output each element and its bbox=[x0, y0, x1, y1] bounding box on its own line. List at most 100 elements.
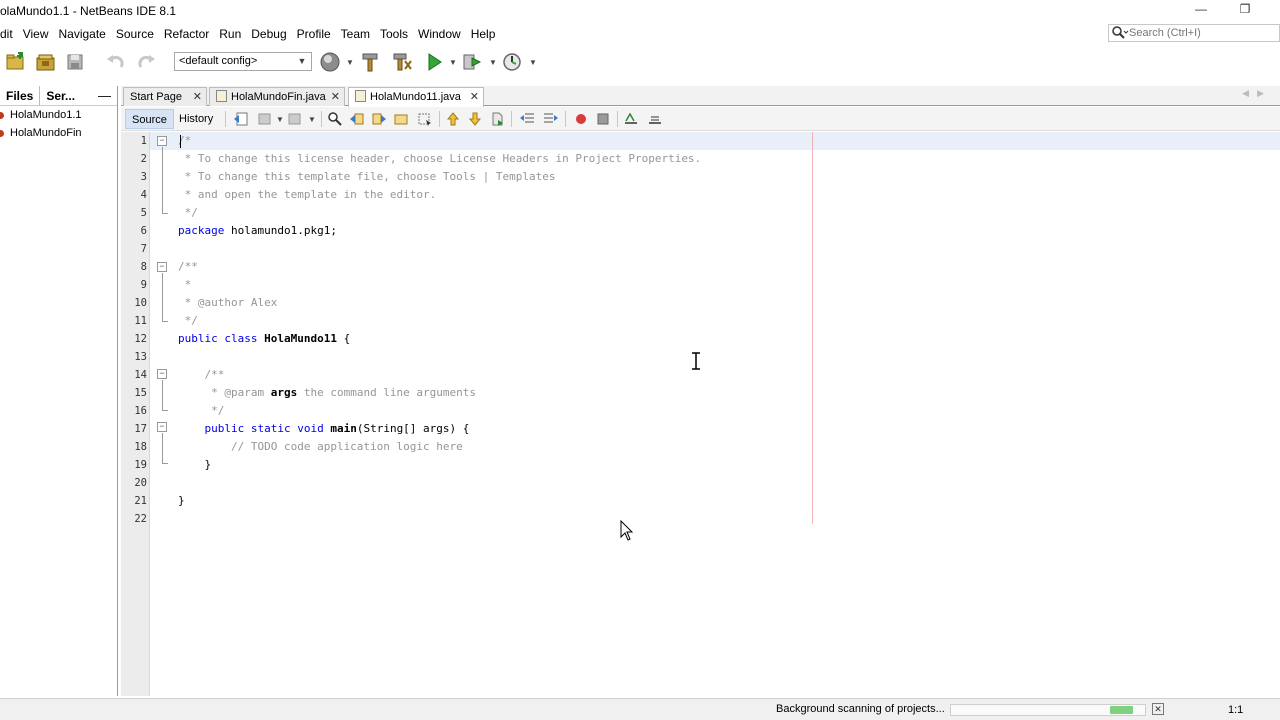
browser-dropdown-icon[interactable]: ▼ bbox=[346, 58, 354, 67]
code-text: { bbox=[336, 332, 351, 345]
fold-toggle-icon[interactable]: − bbox=[157, 422, 167, 432]
toggle-bookmark-icon[interactable] bbox=[489, 111, 505, 127]
code-line: * and open the template in the editor. bbox=[178, 188, 437, 201]
tab-holamundofin[interactable]: HolaMundoFin.java ✕ bbox=[209, 87, 345, 106]
clean-build-icon[interactable] bbox=[390, 50, 414, 74]
code-line: } bbox=[178, 458, 212, 471]
code-text: (String[] args) { bbox=[356, 422, 470, 435]
menu-window[interactable]: Window bbox=[413, 24, 466, 44]
search-input[interactable] bbox=[1129, 27, 1269, 39]
fold-toggle-icon[interactable]: − bbox=[157, 136, 167, 146]
tab-holamundo11[interactable]: HolaMundo11.java ✕ bbox=[348, 87, 484, 107]
fold-toggle-icon[interactable]: − bbox=[157, 262, 167, 272]
code-line: */ bbox=[178, 206, 198, 219]
menu-edit[interactable]: dit bbox=[0, 24, 18, 44]
cancel-scan-button[interactable]: ✕ bbox=[1152, 703, 1164, 715]
search-box[interactable] bbox=[1108, 24, 1280, 42]
menu-team[interactable]: Team bbox=[336, 24, 375, 44]
source-tab[interactable]: Source bbox=[125, 109, 174, 129]
tab-services[interactable]: Ser... bbox=[39, 85, 81, 106]
shift-right-icon[interactable] bbox=[543, 111, 559, 127]
menu-source[interactable]: Source bbox=[111, 24, 159, 44]
progress-fill bbox=[1110, 706, 1133, 714]
history-tab[interactable]: History bbox=[173, 109, 219, 129]
panel-minimize-button[interactable]: — bbox=[98, 88, 111, 103]
line-number: 18 bbox=[134, 441, 147, 453]
menu-help[interactable]: Help bbox=[466, 24, 501, 44]
close-icon[interactable]: ✕ bbox=[331, 88, 340, 106]
line-number: 9 bbox=[140, 279, 147, 291]
fold-guide bbox=[162, 433, 163, 463]
profile-dropdown-icon[interactable]: ▼ bbox=[529, 58, 537, 67]
last-edit-icon[interactable] bbox=[233, 111, 249, 127]
fold-guide bbox=[162, 380, 163, 410]
debug-dropdown-icon[interactable]: ▼ bbox=[489, 58, 497, 67]
project-item[interactable]: HolaMundo1.1 bbox=[0, 106, 117, 124]
find-next-icon[interactable] bbox=[371, 111, 387, 127]
toggle-highlight-icon[interactable] bbox=[393, 111, 409, 127]
tab-start-page[interactable]: Start Page ✕ bbox=[123, 87, 207, 106]
menu-tools[interactable]: Tools bbox=[375, 24, 413, 44]
fold-toggle-icon[interactable]: − bbox=[157, 369, 167, 379]
config-select[interactable]: <default config> ▼ bbox=[174, 52, 312, 71]
code-line: public class HolaMundo11 { bbox=[178, 330, 350, 348]
redo-icon[interactable] bbox=[134, 50, 158, 74]
uncomment-icon[interactable] bbox=[647, 111, 663, 127]
menu-profile[interactable]: Profile bbox=[292, 24, 336, 44]
line-number: 13 bbox=[134, 351, 147, 363]
line-number: 1 bbox=[140, 135, 147, 147]
next-bookmark-icon[interactable] bbox=[467, 111, 483, 127]
project-item[interactable]: HolaMundoFin bbox=[0, 124, 117, 142]
previous-bookmark-icon[interactable] bbox=[445, 111, 461, 127]
keyword: package bbox=[178, 224, 225, 237]
browser-globe-icon[interactable] bbox=[318, 50, 342, 74]
save-all-icon[interactable] bbox=[64, 50, 88, 74]
text-caret bbox=[180, 135, 181, 148]
line-number-gutter: 1 2 3 4 5 6 7 8 9 10 11 12 13 14 15 16 1… bbox=[121, 132, 150, 696]
right-margin-guide bbox=[812, 132, 813, 524]
close-icon[interactable]: ✕ bbox=[470, 88, 479, 106]
new-project-icon[interactable] bbox=[34, 50, 58, 74]
debug-icon[interactable] bbox=[460, 50, 484, 74]
back-dropdown-icon[interactable]: ▼ bbox=[276, 115, 284, 124]
menu-view[interactable]: View bbox=[18, 24, 54, 44]
line-number: 17 bbox=[134, 423, 147, 435]
run-dropdown-icon[interactable]: ▼ bbox=[449, 58, 457, 67]
line-number: 12 bbox=[134, 333, 147, 345]
menu-refactor[interactable]: Refactor bbox=[159, 24, 214, 44]
new-file-icon[interactable] bbox=[4, 50, 28, 74]
tab-label: Start Page bbox=[130, 91, 182, 103]
profile-icon[interactable] bbox=[500, 50, 524, 74]
fold-column: − − − − bbox=[150, 132, 176, 696]
toolbar-separator bbox=[565, 111, 566, 127]
close-icon[interactable]: ✕ bbox=[193, 88, 202, 106]
forward-dropdown-icon[interactable]: ▼ bbox=[308, 115, 316, 124]
line-number: 2 bbox=[140, 153, 147, 165]
undo-icon[interactable] bbox=[104, 50, 128, 74]
title-bar: olaMundo1.1 - NetBeans IDE 8.1 — ❐ bbox=[0, 0, 1280, 22]
toggle-rect-select-icon[interactable] bbox=[417, 111, 433, 127]
code-line: */ bbox=[178, 314, 198, 327]
shift-left-icon[interactable] bbox=[519, 111, 535, 127]
code-line: * @param args the command line arguments bbox=[178, 384, 476, 402]
menu-run[interactable]: Run bbox=[214, 24, 246, 44]
tab-files[interactable]: Files bbox=[0, 86, 39, 106]
editor-tab-bar: Start Page ✕ HolaMundoFin.java ✕ HolaMun… bbox=[121, 86, 1280, 107]
start-macro-icon[interactable] bbox=[573, 111, 589, 127]
build-hammer-icon[interactable] bbox=[358, 50, 382, 74]
find-icon[interactable] bbox=[327, 111, 343, 127]
tab-scroll-arrows[interactable]: ◀▶ bbox=[1242, 88, 1272, 99]
restore-button[interactable]: ❐ bbox=[1230, 2, 1260, 20]
menu-navigate[interactable]: Navigate bbox=[53, 24, 110, 44]
menu-debug[interactable]: Debug bbox=[246, 24, 291, 44]
forward-icon[interactable] bbox=[287, 111, 303, 127]
run-icon[interactable] bbox=[422, 50, 446, 74]
minimize-button[interactable]: — bbox=[1186, 2, 1216, 20]
comment-icon[interactable] bbox=[623, 111, 639, 127]
back-icon[interactable] bbox=[257, 111, 273, 127]
fold-guide-end bbox=[162, 463, 168, 464]
find-previous-icon[interactable] bbox=[349, 111, 365, 127]
stop-macro-icon[interactable] bbox=[595, 111, 611, 127]
line-number: 22 bbox=[134, 513, 147, 525]
chevron-down-icon: ▼ bbox=[297, 56, 307, 66]
